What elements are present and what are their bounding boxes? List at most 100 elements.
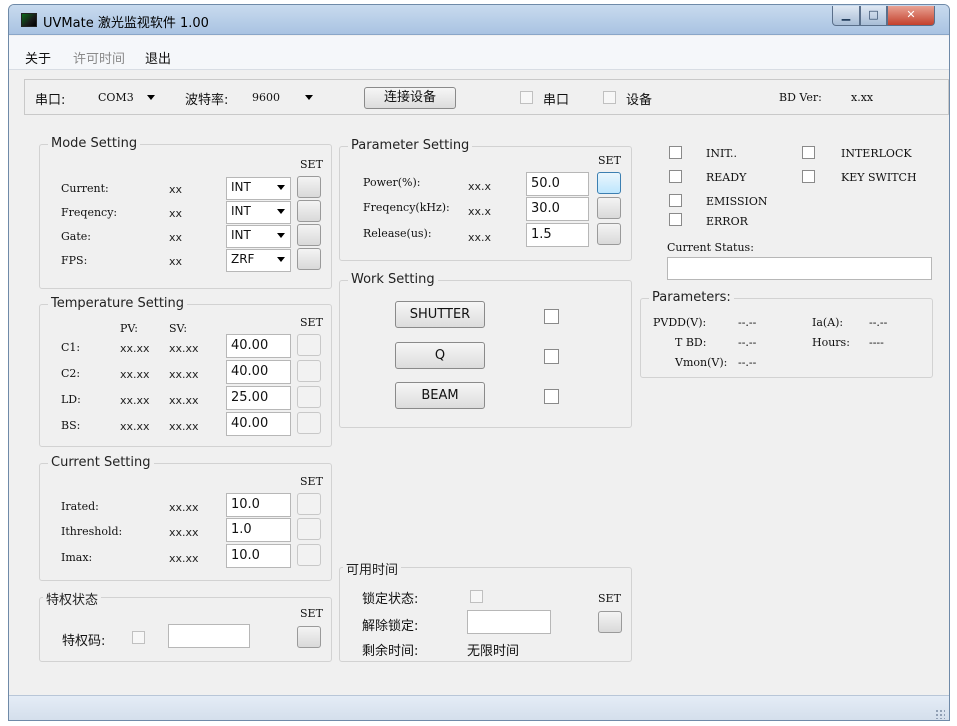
- chevron-down-icon: [305, 95, 313, 100]
- mode-gate-select[interactable]: INT: [226, 225, 291, 248]
- mode-freqency-value: xx: [169, 207, 183, 220]
- q-button[interactable]: Q: [395, 342, 485, 369]
- ia-label: Ia(A):: [812, 316, 844, 329]
- parameter-setting-title: Parameter Setting: [348, 138, 473, 153]
- param-release-set-button[interactable]: [597, 223, 621, 245]
- unlock-label: 解除锁定:: [362, 619, 419, 634]
- error-indicator: [669, 213, 682, 226]
- mode-current-set-button[interactable]: [297, 176, 321, 198]
- mode-freqency-select[interactable]: INT: [226, 201, 291, 224]
- unlock-set-button[interactable]: [598, 611, 622, 633]
- work-setting-group: Work Setting SHUTTER Q BEAM: [339, 272, 632, 428]
- current-ithreshold-input[interactable]: 1.0: [226, 518, 291, 542]
- current-irated-set-button[interactable]: [297, 493, 321, 515]
- temp-bs-input[interactable]: 40.00: [226, 412, 291, 436]
- mode-freqency-label: Freqency:: [61, 206, 118, 219]
- resize-grip-icon[interactable]: [935, 709, 945, 719]
- privilege-set-button[interactable]: [297, 626, 321, 648]
- param-release-input[interactable]: 1.5: [526, 223, 589, 247]
- close-button[interactable]: ✕: [887, 6, 935, 26]
- privilege-group: 特权状态 SET 特权码:: [39, 589, 332, 662]
- param-power-set-button[interactable]: [597, 172, 621, 194]
- beam-checkbox[interactable]: [544, 389, 559, 404]
- temp-ld-label: LD:: [61, 393, 81, 406]
- current-setting-group: Current Setting SET Irated: xx.xx 10.0 I…: [39, 455, 332, 581]
- temp-c2-input[interactable]: 40.00: [226, 360, 291, 384]
- param-power-input[interactable]: 50.0: [526, 172, 589, 196]
- menu-exit[interactable]: 退出: [145, 48, 171, 67]
- temp-bs-set-button[interactable]: [297, 412, 321, 434]
- vmon-value: --.--: [738, 356, 757, 369]
- current-ithreshold-value: xx.xx: [169, 526, 199, 539]
- mode-setting-group: Mode Setting SET Current: xx INT Freqenc…: [39, 136, 332, 289]
- privilege-checkbox[interactable]: [132, 631, 145, 644]
- param-freqency-value: xx.x: [468, 205, 492, 218]
- hours-label: Hours:: [812, 336, 850, 349]
- beam-button[interactable]: BEAM: [395, 382, 485, 409]
- temp-c1-input[interactable]: 40.00: [226, 334, 291, 358]
- mode-gate-label: Gate:: [61, 230, 91, 243]
- menu-license-time[interactable]: 许可时间: [73, 48, 125, 67]
- mode-freqency-set-button[interactable]: [297, 200, 321, 222]
- temperature-setting-title: Temperature Setting: [48, 296, 188, 311]
- temp-c2-label: C2:: [61, 367, 81, 380]
- connect-device-button[interactable]: 连接设备: [364, 87, 456, 109]
- pvdd-label: PVDD(V):: [653, 316, 707, 329]
- temp-bs-pv: xx.xx: [120, 420, 150, 433]
- temp-c2-set-button[interactable]: [297, 360, 321, 382]
- parameter-set-header: SET: [598, 154, 621, 167]
- current-ithreshold-set-button[interactable]: [297, 518, 321, 540]
- temp-c1-sv: xx.xx: [169, 342, 199, 355]
- menu-about[interactable]: 关于: [25, 48, 51, 67]
- param-freqency-set-button[interactable]: [597, 197, 621, 219]
- q-checkbox[interactable]: [544, 349, 559, 364]
- parameter-setting-group: Parameter Setting SET Power(%): xx.x 50.…: [339, 138, 632, 261]
- mode-current-select[interactable]: INT: [226, 177, 291, 200]
- current-irated-value: xx.xx: [169, 501, 199, 514]
- temp-bs-sv: xx.xx: [169, 420, 199, 433]
- emission-indicator: [669, 194, 682, 207]
- menu-bar: 关于 许可时间 退出: [9, 36, 949, 70]
- baud-select[interactable]: 9600: [247, 87, 319, 107]
- key-switch-label: KEY SWITCH: [841, 171, 917, 184]
- parameters-title: Parameters:: [649, 290, 734, 305]
- current-status-field: [667, 257, 932, 280]
- temp-ld-set-button[interactable]: [297, 386, 321, 408]
- temp-c1-set-button[interactable]: [297, 334, 321, 356]
- mode-fps-set-button[interactable]: [297, 248, 321, 270]
- mode-set-header: SET: [300, 158, 323, 171]
- chevron-down-icon: [277, 233, 285, 238]
- privilege-title: 特权状态: [43, 589, 102, 608]
- mode-gate-value: xx: [169, 231, 183, 244]
- ready-label: READY: [706, 171, 747, 184]
- temp-ld-input[interactable]: 25.00: [226, 386, 291, 410]
- privilege-code-input[interactable]: [168, 624, 250, 648]
- shutter-button[interactable]: SHUTTER: [395, 301, 485, 328]
- mode-fps-value: xx: [169, 255, 183, 268]
- chevron-down-icon: [277, 209, 285, 214]
- mode-fps-select[interactable]: ZRF: [226, 249, 291, 272]
- mode-gate-set-button[interactable]: [297, 224, 321, 246]
- temp-bs-label: BS:: [61, 419, 81, 432]
- window-title: UVMate 激光监视软件 1.00: [43, 16, 209, 31]
- param-power-value: xx.x: [468, 180, 492, 193]
- param-freqency-input[interactable]: 30.0: [526, 197, 589, 221]
- mode-setting-title: Mode Setting: [48, 136, 141, 151]
- available-time-set-header: SET: [598, 592, 621, 605]
- title-bar[interactable]: UVMate 激光监视软件 1.00 ▁ □ ✕: [9, 5, 949, 35]
- ia-value: --.--: [869, 316, 888, 329]
- param-release-value: xx.x: [468, 231, 492, 244]
- current-imax-input[interactable]: 10.0: [226, 544, 291, 568]
- parameters-group: Parameters: PVDD(V): --.-- Ia(A): --.-- …: [640, 290, 933, 378]
- unlock-input[interactable]: [467, 610, 551, 634]
- port-select[interactable]: COM3: [93, 87, 161, 107]
- shutter-checkbox[interactable]: [544, 309, 559, 324]
- current-imax-set-button[interactable]: [297, 544, 321, 566]
- current-imax-label: Imax:: [61, 551, 93, 564]
- maximize-button[interactable]: □: [860, 6, 887, 26]
- minimize-button[interactable]: ▁: [832, 6, 860, 26]
- app-logo-icon: [21, 13, 37, 27]
- current-irated-input[interactable]: 10.0: [226, 493, 291, 517]
- mode-current-label: Current:: [61, 182, 109, 195]
- temp-c2-sv: xx.xx: [169, 368, 199, 381]
